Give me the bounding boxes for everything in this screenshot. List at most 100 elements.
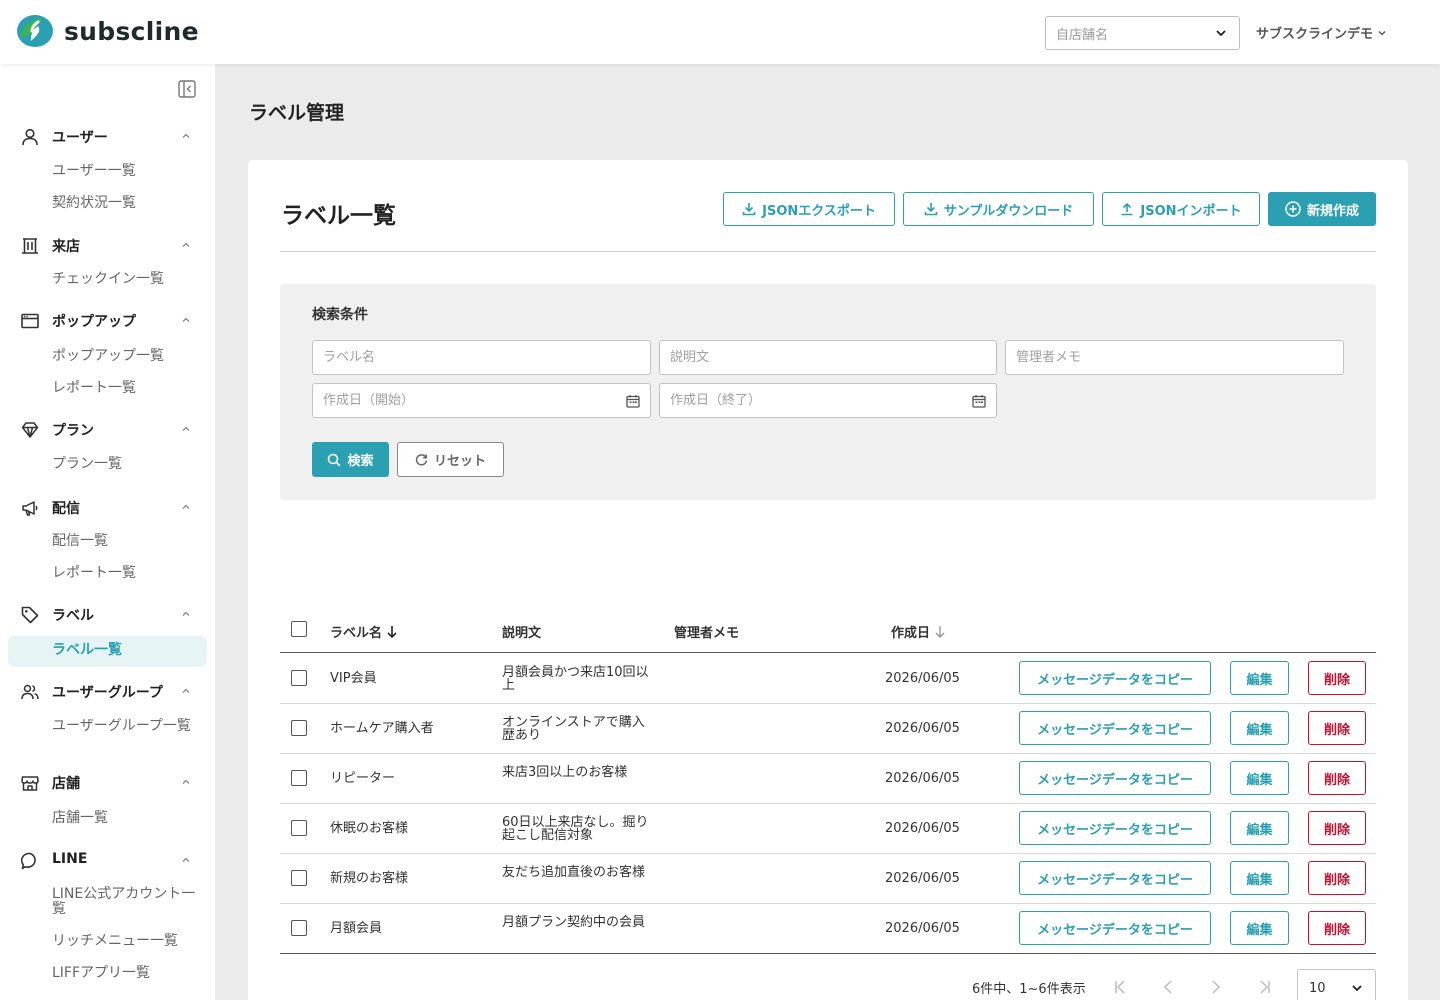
copy-message-button[interactable]: メッセージデータをコピー xyxy=(1019,711,1211,745)
sidebar-group-0[interactable]: ユーザー xyxy=(0,118,215,154)
delete-button[interactable]: 削除 xyxy=(1308,811,1366,845)
row-checkbox[interactable] xyxy=(291,770,307,786)
search-button[interactable]: 検索 xyxy=(312,442,389,477)
date-end-field[interactable] xyxy=(659,383,997,418)
account-menu[interactable]: サブスクラインデモ xyxy=(1256,23,1387,42)
copy-message-button[interactable]: メッセージデータをコピー xyxy=(1019,761,1211,795)
column-header-admin-memo-text: 管理者メモ xyxy=(674,626,740,641)
sidebar-item-label: 配信一覧 xyxy=(52,533,108,549)
chevron-up-icon xyxy=(182,242,190,247)
sidebar-item[interactable]: レポート一覧 xyxy=(8,559,207,590)
copy-message-button[interactable]: メッセージデータをコピー xyxy=(1019,911,1211,945)
row-checkbox[interactable] xyxy=(291,720,307,736)
sample-download-label: サンプルダウンロード xyxy=(943,203,1074,219)
previous-page-icon[interactable] xyxy=(1159,978,1177,996)
logo[interactable]: subscline xyxy=(16,14,199,48)
sidebar-item[interactable]: ユーザーグループ一覧 xyxy=(8,712,207,752)
page-size-select[interactable]: 10 xyxy=(1297,969,1376,1000)
create-button[interactable]: 新規作成 xyxy=(1268,192,1376,226)
edit-button[interactable]: 編集 xyxy=(1230,711,1289,745)
sidebar: ユーザー ユーザー一覧 契約状況一覧来店 チェックイン一覧ポップアップポップアップ一覧… xyxy=(0,64,215,1000)
delete-button[interactable]: 削除 xyxy=(1308,711,1366,745)
sidebar-group-4[interactable]: 配信 xyxy=(0,489,215,525)
row-checkbox[interactable] xyxy=(291,920,307,936)
reset-button[interactable]: リセット xyxy=(397,442,504,477)
sidebar-collapse-icon[interactable] xyxy=(178,80,196,98)
json-export-button[interactable]: JSONエクスポート xyxy=(723,192,895,226)
sidebar-group-2[interactable]: ポップアップ xyxy=(0,302,215,338)
top-header: subscline 自店舗名 サブスクラインデモ xyxy=(0,0,1440,64)
row-label-name: ホームケア購入者 xyxy=(330,721,434,736)
copy-message-button[interactable]: メッセージデータをコピー xyxy=(1019,661,1211,695)
store-select-placeholder: 自店舗名 xyxy=(1056,27,1109,43)
sidebar-group-7[interactable]: 店舗 xyxy=(0,764,215,800)
sidebar-item[interactable]: ラベル一覧 xyxy=(8,636,207,667)
copy-message-label: メッセージデータをコピー xyxy=(1037,922,1193,938)
store-icon xyxy=(21,776,39,791)
row-checkbox[interactable] xyxy=(291,820,307,836)
edit-button[interactable]: 編集 xyxy=(1230,661,1289,695)
chat-icon xyxy=(20,852,36,870)
calendar-icon[interactable] xyxy=(626,394,640,408)
delete-button[interactable]: 削除 xyxy=(1308,761,1366,795)
delete-button[interactable]: 削除 xyxy=(1308,911,1366,945)
logo-mark-icon xyxy=(17,15,53,47)
sidebar-item[interactable]: チェックイン一覧 xyxy=(8,265,207,296)
date-end-input[interactable] xyxy=(660,384,996,417)
sidebar-item[interactable]: ユーザー一覧 xyxy=(8,157,207,188)
description-field[interactable] xyxy=(659,340,997,375)
calendar-icon[interactable] xyxy=(972,394,986,408)
sidebar-item[interactable]: 店舗一覧 xyxy=(8,804,207,835)
first-page-icon[interactable] xyxy=(1112,978,1130,996)
column-header-created[interactable]: 作成日 xyxy=(891,622,946,641)
sidebar-group-1[interactable]: 来店 xyxy=(0,227,215,263)
date-start-input[interactable] xyxy=(313,384,650,417)
delete-button[interactable]: 削除 xyxy=(1308,861,1366,895)
row-divider xyxy=(280,953,1376,954)
row-label-name: VIP会員 xyxy=(330,671,377,686)
sidebar-group-3[interactable]: プラン xyxy=(0,411,215,447)
next-page-icon[interactable] xyxy=(1207,978,1225,996)
sidebar-group-5[interactable]: ラベル xyxy=(0,596,215,632)
date-start-field[interactable] xyxy=(312,383,651,418)
edit-button[interactable]: 編集 xyxy=(1230,911,1289,945)
sidebar-item[interactable]: LIFFアプリ一覧 xyxy=(8,959,207,990)
delete-label: 削除 xyxy=(1323,722,1350,738)
row-description: 月額会員かつ来店10回以上 xyxy=(502,665,649,693)
json-import-button[interactable]: JSONインポート xyxy=(1102,192,1260,226)
row-created-date: 2026/06/05 xyxy=(885,921,960,936)
sidebar-item[interactable]: ポップアップ一覧 xyxy=(8,342,207,373)
sample-download-button[interactable]: サンプルダウンロード xyxy=(903,192,1094,226)
description-input[interactable] xyxy=(660,341,996,374)
sidebar-group-8[interactable]: LINE xyxy=(0,842,215,878)
copy-message-button[interactable]: メッセージデータをコピー xyxy=(1019,811,1211,845)
sort-arrow-down-icon[interactable] xyxy=(386,625,398,639)
delete-label: 削除 xyxy=(1323,872,1350,888)
account-name: サブスクラインデモ xyxy=(1256,27,1374,42)
delete-button[interactable]: 削除 xyxy=(1308,661,1366,695)
row-created-date: 2026/06/05 xyxy=(885,871,960,886)
edit-button[interactable]: 編集 xyxy=(1230,861,1289,895)
label-name-input[interactable] xyxy=(313,341,650,374)
sidebar-item[interactable]: LINE公式アカウント一覧 xyxy=(8,880,207,920)
sidebar-item[interactable]: リッチメニュー一覧 xyxy=(8,927,207,958)
sidebar-item[interactable]: 契約状況一覧 xyxy=(8,189,207,220)
last-page-icon[interactable] xyxy=(1255,978,1273,996)
copy-message-button[interactable]: メッセージデータをコピー xyxy=(1019,861,1211,895)
edit-button[interactable]: 編集 xyxy=(1230,761,1289,795)
sidebar-item[interactable]: レポート一覧 xyxy=(8,374,207,405)
edit-button[interactable]: 編集 xyxy=(1230,811,1289,845)
sidebar-group-6[interactable]: ユーザーグループ xyxy=(0,673,215,709)
column-header-label-name[interactable]: ラベル名 xyxy=(330,622,398,641)
admin-memo-field[interactable] xyxy=(1005,340,1344,375)
sidebar-item[interactable]: プラン一覧 xyxy=(8,450,207,481)
sidebar-item[interactable]: 配信一覧 xyxy=(8,527,207,558)
label-name-field[interactable] xyxy=(312,340,651,375)
row-checkbox[interactable] xyxy=(291,870,307,886)
select-all-checkbox[interactable] xyxy=(291,621,307,637)
sidebar-group-label: 配信 xyxy=(52,501,80,517)
admin-memo-input[interactable] xyxy=(1006,341,1343,374)
store-select[interactable]: 自店舗名 xyxy=(1045,16,1240,50)
row-checkbox[interactable] xyxy=(291,670,307,686)
sort-arrow-down-icon[interactable] xyxy=(934,625,946,639)
